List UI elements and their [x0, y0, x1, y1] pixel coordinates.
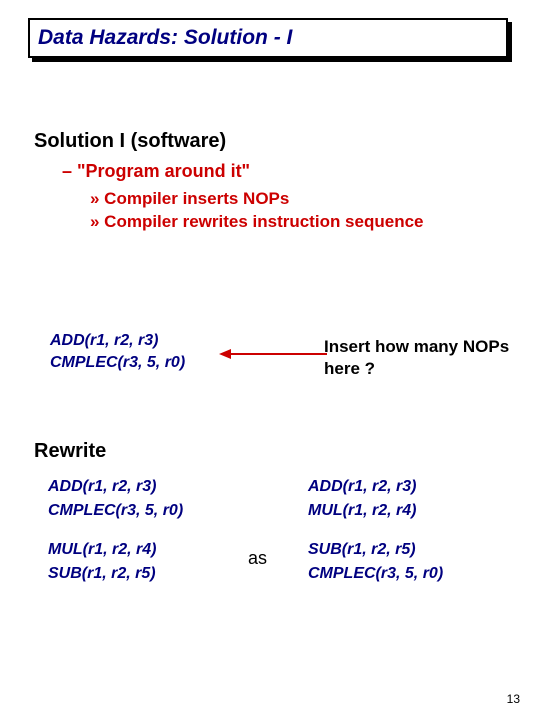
- rewrite-heading: Rewrite: [34, 440, 106, 463]
- page-number: 13: [507, 692, 520, 706]
- before-line-3: MUL(r1, r2, r4): [48, 539, 183, 561]
- bullet-level2-b: » Compiler rewrites instruction sequence: [90, 211, 512, 234]
- arrow-left-icon: [219, 346, 329, 362]
- question-text: Insert how many NOPs here ?: [324, 336, 512, 380]
- as-label: as: [248, 548, 267, 569]
- code-line-1: ADD(r1, r2, r3): [50, 330, 185, 352]
- content-area: Solution I (software) – "Program around …: [34, 130, 512, 234]
- title-box: Data Hazards: Solution - I: [28, 18, 508, 58]
- example-code-block: ADD(r1, r2, r3) CMPLEC(r3, 5, r0): [50, 330, 185, 373]
- section-heading: Solution I (software): [34, 130, 512, 153]
- before-line-2: CMPLEC(r3, 5, r0): [48, 500, 183, 522]
- slide-title: Data Hazards: Solution - I: [38, 26, 292, 50]
- before-line-1: ADD(r1, r2, r3): [48, 476, 183, 498]
- rewrite-before-column: ADD(r1, r2, r3) CMPLEC(r3, 5, r0) MUL(r1…: [48, 476, 183, 588]
- after-line-4: CMPLEC(r3, 5, r0): [308, 563, 443, 585]
- bullet-level2-a: » Compiler inserts NOPs: [90, 188, 512, 211]
- after-line-2: MUL(r1, r2, r4): [308, 500, 443, 522]
- before-line-4: SUB(r1, r2, r5): [48, 563, 183, 585]
- code-line-2: CMPLEC(r3, 5, r0): [50, 352, 185, 374]
- after-line-1: ADD(r1, r2, r3): [308, 476, 443, 498]
- rewrite-after-column: ADD(r1, r2, r3) MUL(r1, r2, r4) SUB(r1, …: [308, 476, 443, 588]
- bullet-level1: – "Program around it": [62, 161, 512, 182]
- after-line-3: SUB(r1, r2, r5): [308, 539, 443, 561]
